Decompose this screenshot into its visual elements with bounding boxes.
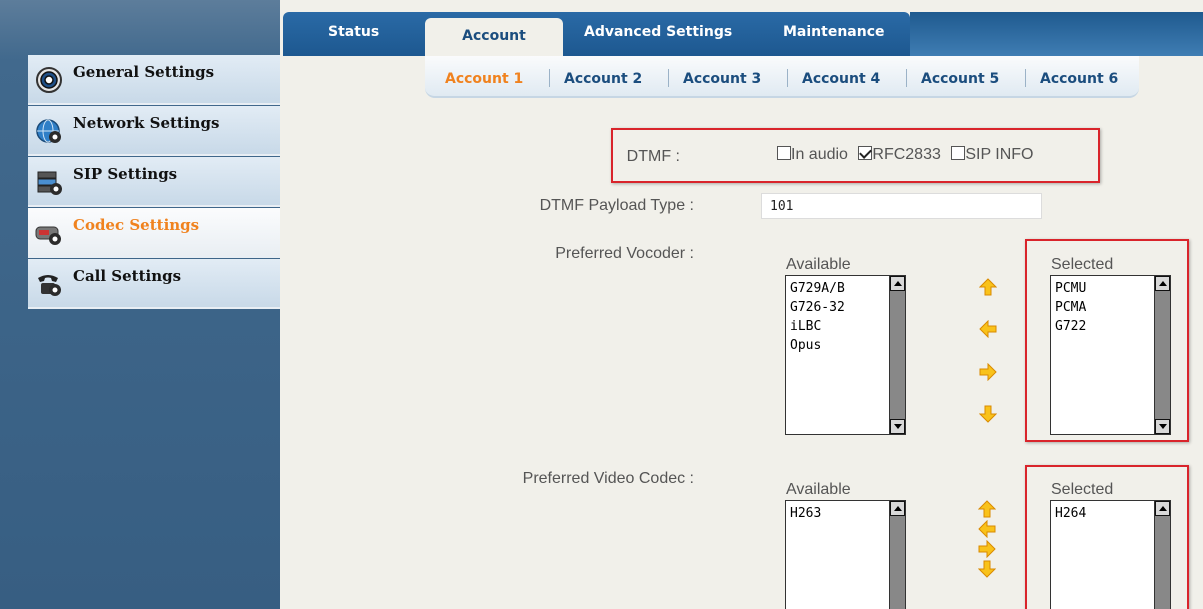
sidebar-item-label: Codec Settings [73,216,200,234]
dtmf-rfc2833-checkbox[interactable] [858,146,873,160]
dtmf-payload-type-label: DTMF Payload Type : [539,197,694,214]
video-selected-items: H264 [1055,504,1086,523]
list-item[interactable]: G722 [1055,317,1086,336]
vocoder-available-scrollbar[interactable] [889,276,905,434]
tab-divider [787,69,788,87]
video-available-items: H263 [790,504,821,523]
video-selected-caption: Selected [1051,481,1114,498]
move-left-icon[interactable] [979,320,997,338]
globe-gear-icon [36,119,61,143]
video-selected-list[interactable]: H264 [1050,500,1171,609]
move-down-icon[interactable] [978,560,996,578]
dtmf-label: DTMF : [626,148,680,165]
dtmf-sip-info-label: SIP INFO [965,146,1034,163]
scroll-up-button[interactable] [1155,276,1170,291]
dtmf-options: In audio RFC2833 SIP INFO [777,146,1040,164]
vocoder-available-list[interactable]: G729A/B G726-32 iLBC Opus [785,275,906,435]
account-tab-bar: Account 1 Account 2 Account 3 Account 4 … [425,56,1139,98]
scroll-up-button[interactable] [890,501,905,516]
vocoder-available-caption: Available [786,256,851,273]
video-available-list[interactable]: H263 [785,500,906,609]
tab-account-6[interactable]: Account 6 [1040,71,1118,87]
sidebar-item-network-settings[interactable]: Network Settings [28,106,280,156]
sidebar-item-sip-settings[interactable]: SIP Settings [28,157,280,207]
preferred-vocoder-label: Preferred Vocoder : [555,245,694,262]
list-item[interactable]: G726-32 [790,298,845,317]
server-gear-icon [37,171,62,195]
dtmf-payload-type-input[interactable]: 101 [761,193,1042,219]
tab-divider [549,69,550,87]
sidebar-item-label: Call Settings [73,267,182,285]
move-up-icon[interactable] [979,278,997,296]
list-item[interactable]: iLBC [790,317,845,336]
scroll-down-button[interactable] [890,419,905,434]
codec-gear-icon [35,226,61,245]
sidebar-item-codec-settings[interactable]: Codec Settings [28,208,280,258]
move-down-icon[interactable] [979,405,997,423]
list-item[interactable]: PCMU [1055,279,1086,298]
main-tab-bar: Status Account Advanced Settings Mainten… [283,12,910,62]
tab-account-1[interactable]: Account 1 [445,71,523,87]
tab-divider [668,69,669,87]
dtmf-sip-info-checkbox[interactable] [951,146,966,160]
list-item[interactable]: PCMA [1055,298,1086,317]
vocoder-selected-caption: Selected [1051,256,1114,273]
dtmf-rfc2833-label: RFC2833 [872,146,941,163]
sidebar-item-label: SIP Settings [73,165,178,183]
dtmf-in-audio-label: In audio [791,146,848,163]
vocoder-available-items: G729A/B G726-32 iLBC Opus [790,279,845,355]
dtmf-in-audio-checkbox[interactable] [777,146,791,160]
tab-status[interactable]: Status [328,24,379,40]
gear-icon [36,67,62,93]
tab-divider [1025,69,1026,87]
scroll-up-button[interactable] [890,276,905,291]
tab-account-3[interactable]: Account 3 [683,71,761,87]
sidebar-item-label: Network Settings [73,114,220,132]
top-bar-filler [910,12,1203,56]
tab-divider [906,69,907,87]
list-item[interactable]: H264 [1055,504,1086,523]
vocoder-selected-items: PCMU PCMA G722 [1055,279,1086,336]
video-selected-scrollbar[interactable] [1154,501,1170,609]
vocoder-selected-list[interactable]: PCMU PCMA G722 [1050,275,1171,435]
tab-account-2[interactable]: Account 2 [564,71,642,87]
list-item[interactable]: H263 [790,504,821,523]
move-left-icon[interactable] [978,520,996,538]
tab-account-4[interactable]: Account 4 [802,71,880,87]
video-available-scrollbar[interactable] [889,501,905,609]
scroll-up-button[interactable] [1155,501,1170,516]
sidebar-item-call-settings[interactable]: Call Settings [28,259,280,309]
tab-maintenance[interactable]: Maintenance [783,24,885,40]
move-right-icon[interactable] [978,540,996,558]
move-right-icon[interactable] [979,363,997,381]
sidebar-item-label: General Settings [73,63,215,81]
preferred-video-codec-label: Preferred Video Codec : [522,470,694,487]
vocoder-selected-scrollbar[interactable] [1154,276,1170,434]
list-item[interactable]: G729A/B [790,279,845,298]
tab-advanced-settings[interactable]: Advanced Settings [584,24,732,40]
move-up-icon[interactable] [978,500,996,518]
scroll-down-button[interactable] [1155,419,1170,434]
sidebar-item-general-settings[interactable]: General Settings [28,55,280,105]
video-available-caption: Available [786,481,851,498]
tab-account-5[interactable]: Account 5 [921,71,999,87]
phone-gear-icon [38,275,61,296]
list-item[interactable]: Opus [790,336,845,355]
